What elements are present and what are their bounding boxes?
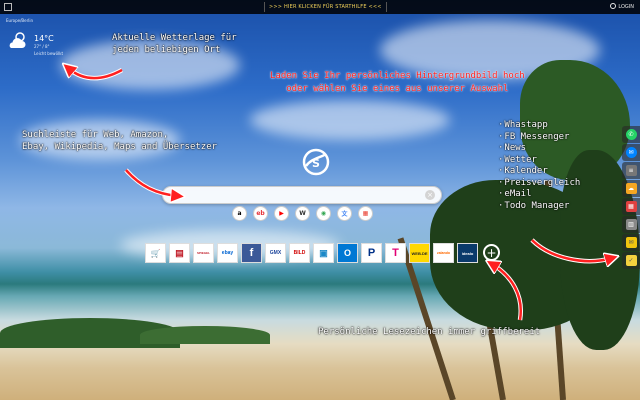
bookmark-web[interactable]: ▣ — [313, 243, 334, 263]
logo-icon[interactable]: S — [302, 148, 330, 176]
wikipedia-icon: W — [299, 210, 306, 217]
bookmark-shop[interactable]: 🛒 — [145, 243, 166, 263]
email-icon: ✉ — [625, 237, 637, 248]
bookmark-telekom[interactable]: T — [385, 243, 406, 263]
search-input[interactable]: × — [162, 186, 442, 204]
close-icon[interactable]: × — [425, 190, 435, 200]
webde-icon: WEB.DE — [411, 250, 428, 256]
weather-icon: ☁ — [625, 183, 637, 194]
search-engine-list: a eb ▶ W ◉ 文 ▦ — [232, 206, 373, 222]
news-icon: ≡ — [625, 165, 637, 176]
feature-item: Whastapp — [498, 120, 580, 132]
feature-item: News — [498, 143, 580, 155]
messenger-icon: ✉ — [625, 147, 637, 158]
whatsapp-icon: ✆ — [625, 129, 637, 140]
sidebar-item-weather[interactable]: ☁ — [622, 180, 640, 197]
feature-list: Whastapp FB Messenger News Wetter Kalend… — [498, 120, 580, 212]
weather-city: Europe/Berlin — [6, 18, 34, 23]
bookmark-bild[interactable]: BILD — [289, 243, 310, 263]
paypal-icon: P — [367, 247, 376, 259]
weather-range: 27° / 8° — [34, 44, 50, 49]
add-bookmark-button[interactable]: + — [483, 244, 500, 261]
feature-item: FB Messenger — [498, 132, 580, 144]
feature-item: Todo Manager — [498, 201, 580, 213]
annotation-line: oder wählen Sie eines aus unserer Auswah… — [286, 84, 509, 94]
outlook-icon: O — [343, 248, 351, 258]
shop-icon: 🛒 — [150, 248, 161, 258]
amazon-icon: a — [237, 210, 242, 217]
spiegel-icon: SPIEGEL — [196, 251, 210, 255]
bookmark-idealo[interactable]: idealo — [457, 243, 478, 263]
telekom-icon: T — [392, 247, 399, 259]
ebay-icon: eb — [256, 210, 265, 217]
weather-description: Leicht bewölkt — [34, 51, 64, 56]
idealo-icon: idealo — [461, 250, 474, 256]
sidebar-item-whatsapp[interactable]: ✆ — [622, 126, 640, 143]
feature-item: Kalender — [498, 166, 580, 178]
more-icon: ▦ — [362, 210, 369, 217]
top-bar: >>> HIER KLICKEN FÜR STARTHILFE <<< LOGI… — [0, 0, 640, 14]
engine-maps[interactable]: ◉ — [316, 206, 331, 221]
login-button[interactable]: LOGIN — [610, 2, 634, 12]
island — [140, 326, 270, 344]
gmx-icon: GMX — [269, 250, 282, 256]
annotation-line: Ebay, Wikipedia, Maps and Übersetzer — [22, 142, 218, 152]
bookmark-zalando[interactable]: zalando — [433, 243, 454, 263]
sidebar-item-news[interactable]: ≡ — [622, 162, 640, 179]
engine-translate[interactable]: 文 — [337, 206, 352, 221]
bookmark-bar: 🛒 ▤ SPIEGEL ebay f GMX BILD ▣ O P T WEB.… — [145, 243, 500, 263]
engine-youtube[interactable]: ▶ — [274, 206, 289, 221]
news-icon: ▤ — [175, 247, 184, 258]
help-link[interactable]: >>> HIER KLICKEN FÜR STARTHILFE <<< — [264, 2, 387, 12]
feature-item: eMail — [498, 189, 580, 201]
cloud-sun-icon — [9, 32, 26, 48]
sidebar-item-pricecompare[interactable]: ▥ — [622, 216, 640, 233]
zalando-icon: zalando — [436, 251, 451, 255]
background-annotation: Laden Sie Ihr persönliches Hintergrundbi… — [270, 70, 525, 96]
svg-text:S: S — [312, 157, 320, 170]
bookmark-outlook[interactable]: O — [337, 243, 358, 263]
bookmark-facebook[interactable]: f — [241, 243, 262, 263]
sidebar-item-email[interactable]: ✉ — [622, 234, 640, 251]
search-annotation: Suchleiste für Web, Amazon, Ebay, Wikipe… — [22, 129, 217, 153]
bild-icon: BILD — [293, 250, 306, 256]
weather-annotation: Aktuelle Wetterlage für jeden beliebigen… — [112, 32, 237, 56]
engine-amazon[interactable]: a — [232, 206, 247, 221]
sidebar-item-todo[interactable]: ✓ — [622, 252, 640, 269]
bookmark-news[interactable]: ▤ — [169, 243, 190, 263]
facebook-icon: f — [249, 247, 254, 259]
calendar-icon: ▦ — [625, 201, 637, 212]
annotation-line: Suchleiste für Web, Amazon, — [22, 130, 169, 140]
bookmark-gmx[interactable]: GMX — [265, 243, 286, 263]
right-sidebar: ✆ ✉ ≡ ☁ ▦ ▥ ✉ ✓ — [622, 126, 640, 269]
weather-widget[interactable]: Europe/Berlin 14°C 27° / 8° Leicht bewöl… — [6, 18, 66, 68]
ebay-icon: ebay — [221, 250, 234, 256]
translate-icon: 文 — [341, 211, 348, 218]
weather-temperature: 14°C — [34, 34, 54, 43]
menu-icon[interactable] — [4, 3, 12, 11]
bookmark-webde[interactable]: WEB.DE — [409, 243, 430, 263]
login-label: LOGIN — [618, 4, 634, 10]
youtube-icon: ▶ — [279, 210, 284, 217]
bookmark-paypal[interactable]: P — [361, 243, 382, 263]
engine-ebay[interactable]: eb — [253, 206, 268, 221]
todo-icon: ✓ — [625, 255, 637, 266]
sidebar-item-calendar[interactable]: ▦ — [622, 198, 640, 215]
annotation-line: Aktuelle Wetterlage für — [112, 33, 237, 43]
feature-item: Preisvergleich — [498, 178, 580, 190]
power-icon — [610, 3, 617, 9]
engine-more[interactable]: ▦ — [358, 206, 373, 221]
feature-item: Wetter — [498, 155, 580, 167]
cloud — [250, 100, 450, 140]
annotation-line: jeden beliebigen Ort — [112, 45, 221, 55]
bookmarks-annotation: Persönliche Lesezeichen immer griffberei… — [318, 327, 541, 337]
price-icon: ▥ — [625, 219, 637, 230]
bookmark-ebay[interactable]: ebay — [217, 243, 238, 263]
bookmark-spiegel[interactable]: SPIEGEL — [193, 243, 214, 263]
web-icon: ▣ — [319, 247, 328, 258]
sidebar-item-messenger[interactable]: ✉ — [622, 144, 640, 161]
annotation-line: Laden Sie Ihr persönliches Hintergrundbi… — [270, 71, 525, 81]
maps-icon: ◉ — [320, 210, 327, 217]
engine-wikipedia[interactable]: W — [295, 206, 310, 221]
